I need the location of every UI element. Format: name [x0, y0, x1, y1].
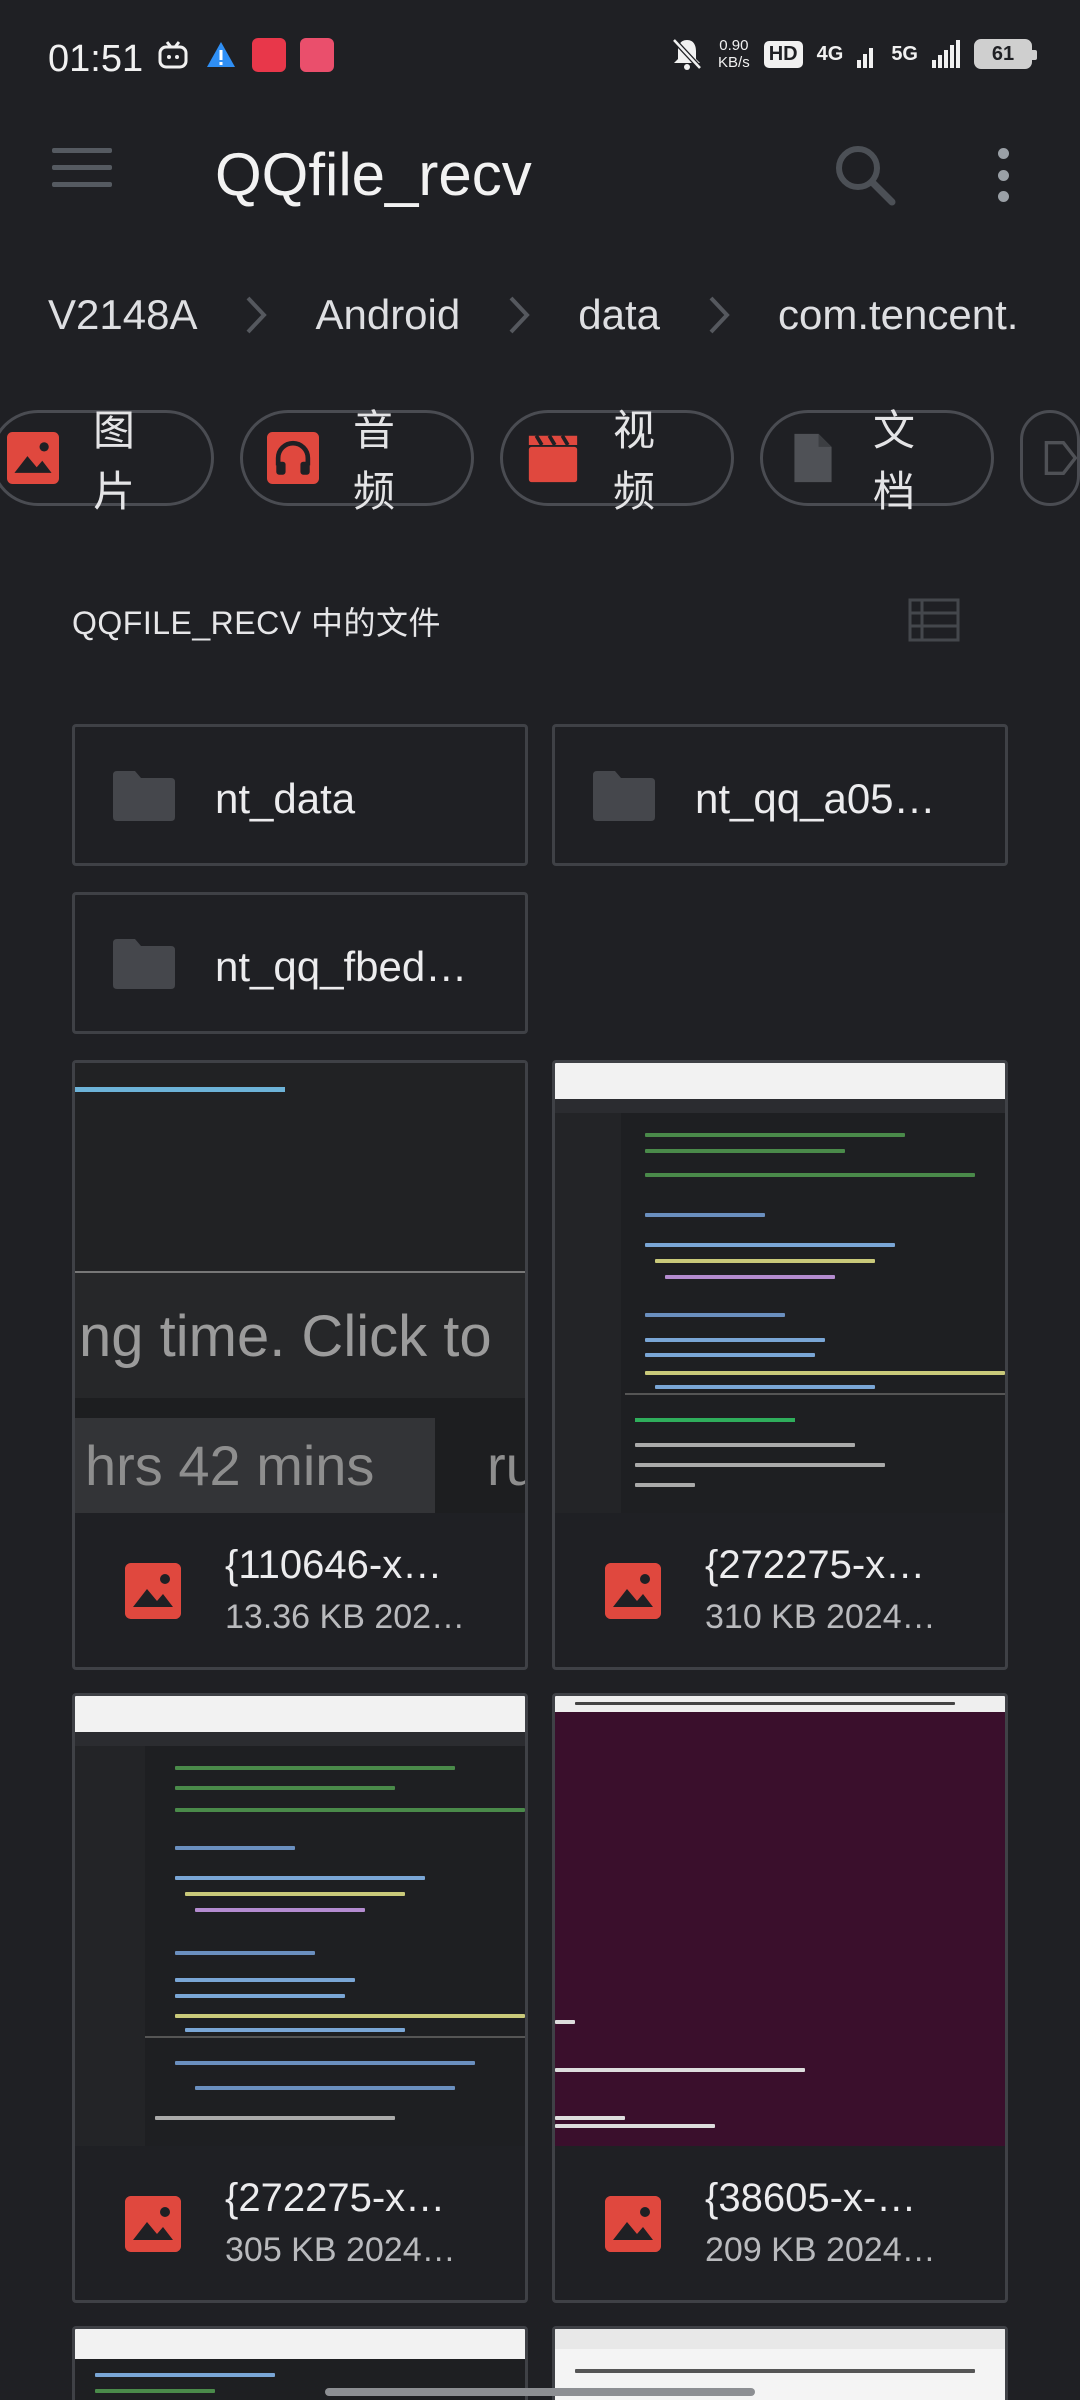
- chip-label: 图片: [93, 407, 136, 515]
- tag-icon: [1044, 441, 1077, 475]
- folder-icon: [113, 939, 175, 989]
- network-4g: 4G: [816, 42, 844, 65]
- search-icon[interactable]: [830, 140, 900, 210]
- breadcrumb: V2148A Android data com.tencent.: [0, 265, 1080, 365]
- folder-icon: [113, 771, 175, 821]
- network-speed: 0.90 KB/s: [718, 37, 750, 71]
- chip-images[interactable]: 图片: [0, 407, 214, 515]
- file-meta: 209 KB 2024…: [705, 2231, 936, 2269]
- chevron-right-icon: [509, 296, 530, 334]
- category-chips: 图片 音频 视频 文档: [0, 407, 1080, 515]
- folder-name: nt_data: [215, 775, 356, 822]
- document-icon: [794, 433, 832, 483]
- headphones-icon: [267, 432, 319, 484]
- app-badge-icon-2: [300, 38, 334, 72]
- notification-icons: [156, 38, 334, 72]
- image-icon: [125, 2196, 181, 2252]
- image-icon: [605, 2196, 661, 2252]
- folder-icon: [593, 771, 655, 821]
- tv-icon: [158, 41, 188, 69]
- network-5g: 5G: [891, 42, 918, 65]
- section-title: QQFILE_RECV 中的文件: [72, 605, 441, 641]
- signal-icon: [857, 48, 874, 68]
- breadcrumb-item[interactable]: Android: [267, 291, 460, 339]
- file-name: {272275-x…: [705, 1543, 926, 1587]
- file-name: {272275-x…: [225, 2176, 446, 2220]
- thumb-text: ru: [487, 1434, 525, 1497]
- folder-item[interactable]: nt_qq_fbed…: [72, 892, 528, 1034]
- status-bar: 01:51 0.90 KB/s HD 4G 5G 61: [0, 0, 1080, 110]
- file-thumbnail: [555, 1063, 1005, 1513]
- battery-icon: 61: [974, 39, 1037, 69]
- file-item[interactable]: {38605-x-… 209 KB 2024…: [552, 1693, 1008, 2303]
- folder-item[interactable]: nt_data: [72, 724, 528, 866]
- file-name: {110646-x…: [225, 1543, 443, 1587]
- file-meta: 13.36 KB 202…: [225, 1598, 466, 1636]
- file-name: {38605-x-…: [705, 2176, 917, 2220]
- breadcrumb-item[interactable]: com.tencent.: [730, 291, 1018, 339]
- status-right: 0.90 KB/s HD 4G 5G 61: [670, 36, 1037, 72]
- page-title: QQfile_recv: [215, 141, 532, 208]
- file-meta: 305 KB 2024…: [225, 2231, 456, 2269]
- chip-video[interactable]: 视频: [500, 407, 734, 515]
- chip-more[interactable]: [1020, 410, 1080, 506]
- signal-icon-2: [932, 40, 960, 68]
- gesture-bar[interactable]: [325, 2388, 755, 2396]
- file-meta: 310 KB 2024…: [705, 1598, 936, 1636]
- file-item[interactable]: {272275-x… 305 KB 2024…: [72, 1693, 528, 2303]
- chip-label: 音频: [353, 407, 396, 515]
- folder-name: nt_qq_a05…: [695, 775, 936, 822]
- file-thumbnail: [555, 1696, 1005, 2146]
- folder-name: nt_qq_fbed…: [215, 943, 468, 990]
- image-icon: [605, 1563, 661, 1619]
- thumb-text: hrs 42 mins: [85, 1434, 375, 1497]
- image-icon: [125, 1563, 181, 1619]
- more-vert-icon[interactable]: [978, 142, 1028, 208]
- file-item[interactable]: {272275-x… 310 KB 2024…: [552, 1060, 1008, 1670]
- app-badge-icon: [252, 38, 286, 72]
- thumb-text: ng time. Click to: [79, 1304, 492, 1369]
- breadcrumb-item[interactable]: data: [530, 291, 660, 339]
- mute-bell-icon: [672, 38, 702, 70]
- chip-label: 文档: [873, 407, 916, 515]
- file-item[interactable]: ng time. Click to hrs 42 mins ru {110646…: [72, 1060, 528, 1670]
- file-thumbnail: ng time. Click to hrs 42 mins ru: [75, 1063, 525, 1513]
- chip-documents[interactable]: 文档: [760, 407, 994, 515]
- breadcrumb-item[interactable]: V2148A: [0, 291, 197, 339]
- folder-item[interactable]: nt_qq_a05…: [552, 724, 1008, 866]
- chip-label: 视频: [613, 407, 656, 515]
- image-icon: [7, 432, 59, 484]
- app-bar: QQfile_recv: [0, 110, 1080, 240]
- chevron-right-icon: [247, 296, 268, 334]
- menu-icon[interactable]: [52, 148, 112, 198]
- hd-badge: HD: [763, 40, 803, 68]
- status-time: 01:51: [48, 38, 144, 80]
- chevron-right-icon: [709, 296, 730, 334]
- clapperboard-icon: [528, 434, 578, 483]
- chip-audio[interactable]: 音频: [240, 407, 474, 515]
- warning-icon: [207, 42, 235, 67]
- file-thumbnail: [75, 1696, 525, 2146]
- list-view-icon[interactable]: [908, 598, 960, 642]
